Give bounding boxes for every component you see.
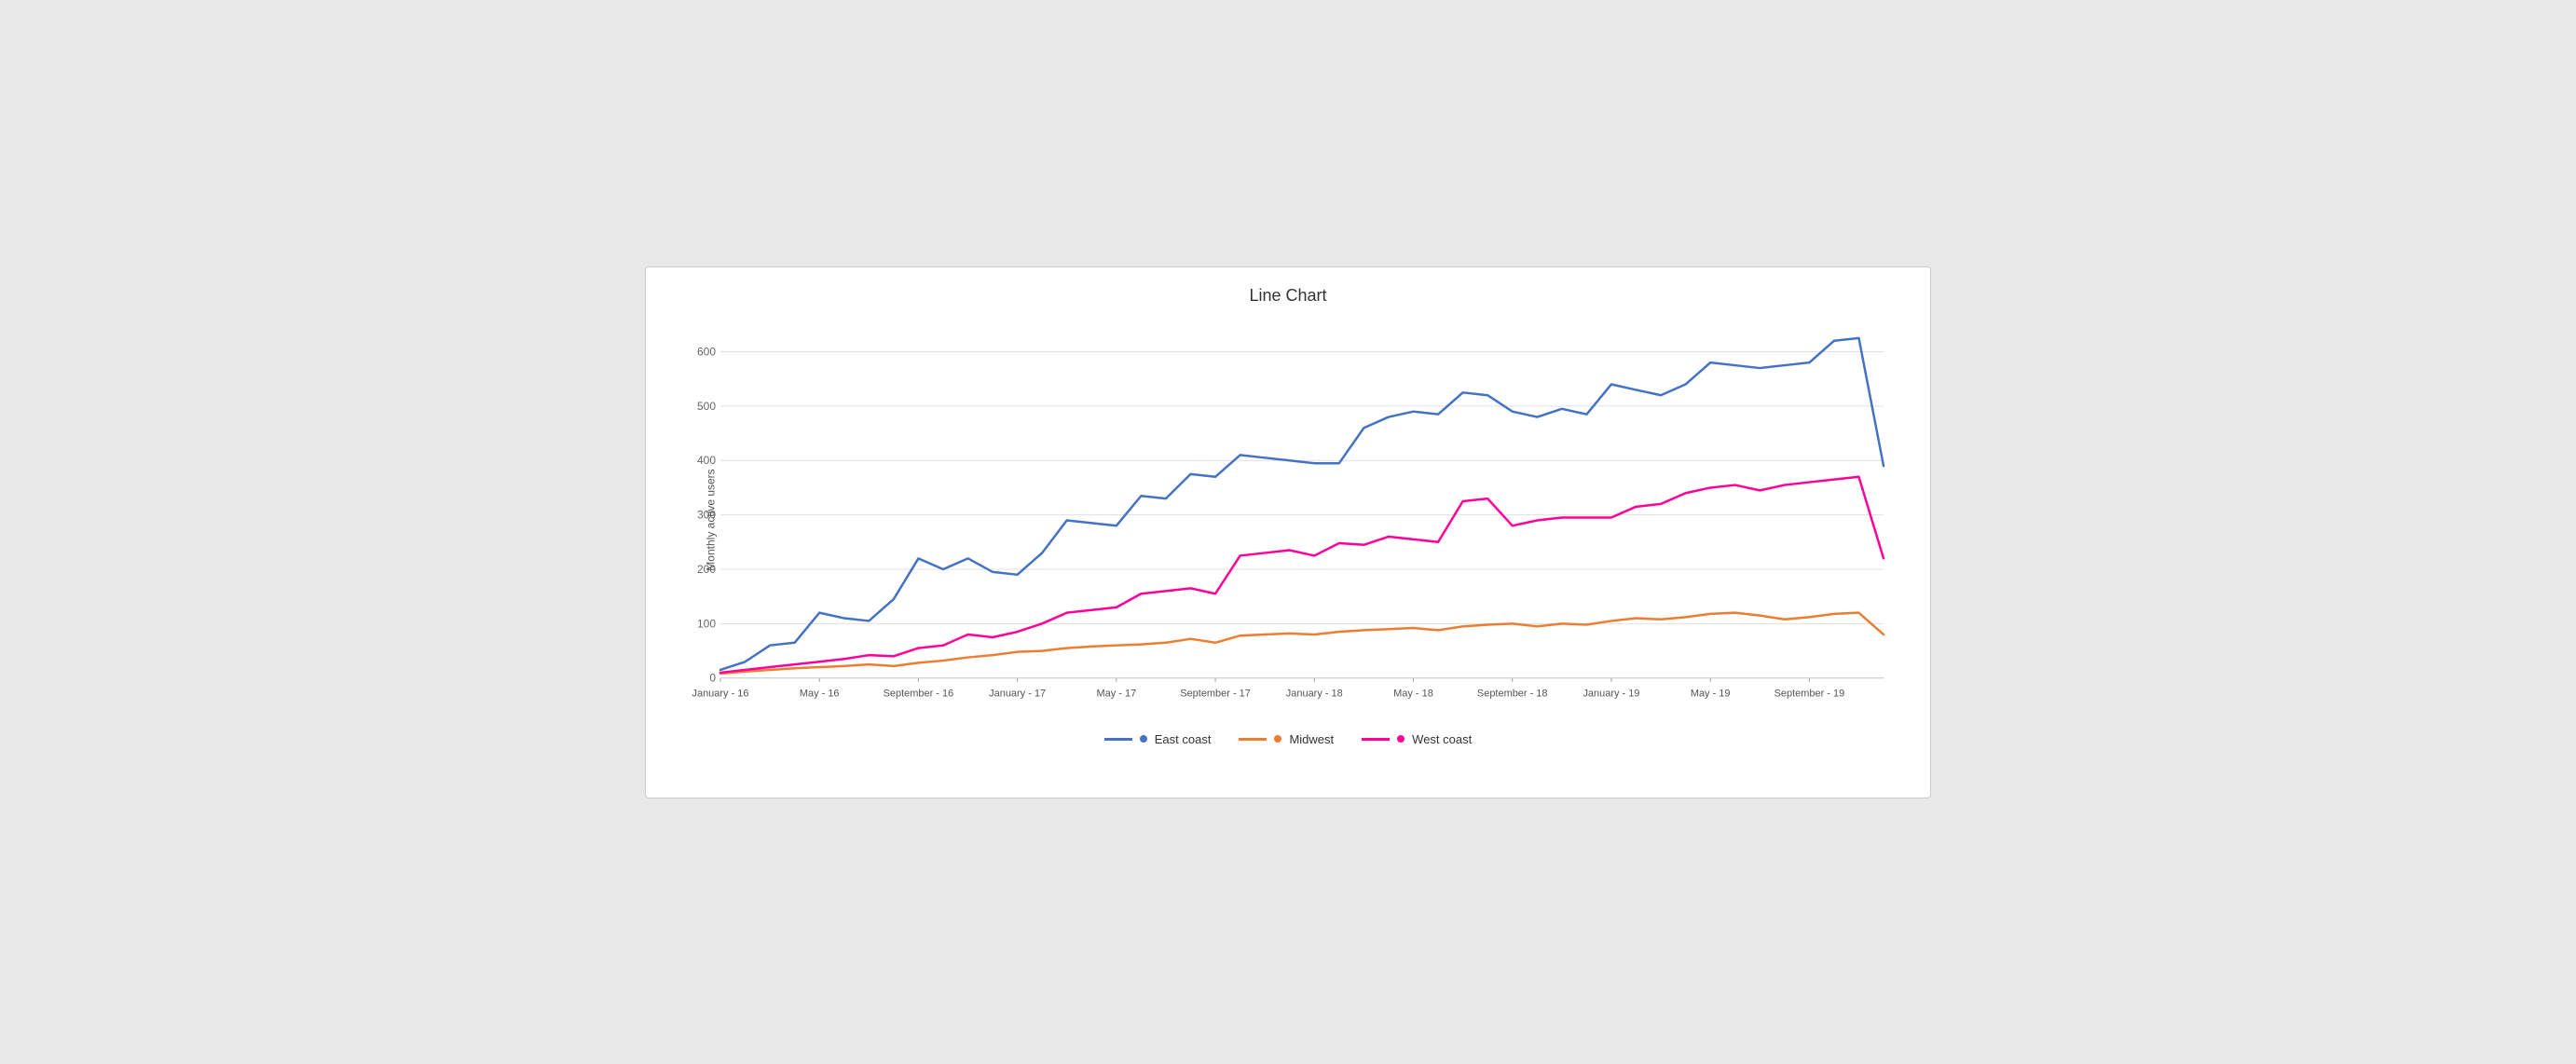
svg-text:May - 19: May - 19	[1691, 688, 1731, 699]
svg-text:January - 17: January - 17	[989, 688, 1046, 699]
legend-label: East coast	[1155, 732, 1212, 746]
y-axis-label: Monthly active users	[705, 469, 718, 570]
svg-text:September - 17: September - 17	[1180, 688, 1251, 699]
chart-title: Line Chart	[674, 286, 1902, 306]
chart-legend: East coast Midwest West coast	[674, 732, 1902, 746]
legend-label: West coast	[1412, 732, 1472, 746]
chart-area: Monthly active users 0100200300400500600…	[711, 315, 1902, 725]
legend-item: West coast	[1362, 732, 1472, 746]
svg-text:January - 18: January - 18	[1286, 688, 1343, 699]
svg-text:September - 19: September - 19	[1774, 688, 1845, 699]
svg-text:May - 16: May - 16	[800, 688, 840, 699]
legend-item: Midwest	[1239, 732, 1334, 746]
legend-item: East coast	[1104, 732, 1212, 746]
svg-text:600: 600	[697, 345, 716, 358]
svg-text:500: 500	[697, 399, 716, 412]
legend-label: Midwest	[1289, 732, 1334, 746]
svg-text:September - 16: September - 16	[884, 688, 954, 699]
svg-text:May - 18: May - 18	[1393, 688, 1433, 699]
svg-text:100: 100	[697, 617, 716, 630]
svg-text:400: 400	[697, 454, 716, 467]
chart-svg: 0100200300400500600January - 16May - 16S…	[711, 315, 1902, 725]
svg-text:0: 0	[709, 671, 716, 684]
chart-container: Line Chart Monthly active users 01002003…	[645, 266, 1931, 798]
svg-text:September - 18: September - 18	[1477, 688, 1548, 699]
svg-text:May - 17: May - 17	[1097, 688, 1137, 699]
svg-text:January - 19: January - 19	[1583, 688, 1639, 699]
svg-text:January - 16: January - 16	[692, 688, 748, 699]
